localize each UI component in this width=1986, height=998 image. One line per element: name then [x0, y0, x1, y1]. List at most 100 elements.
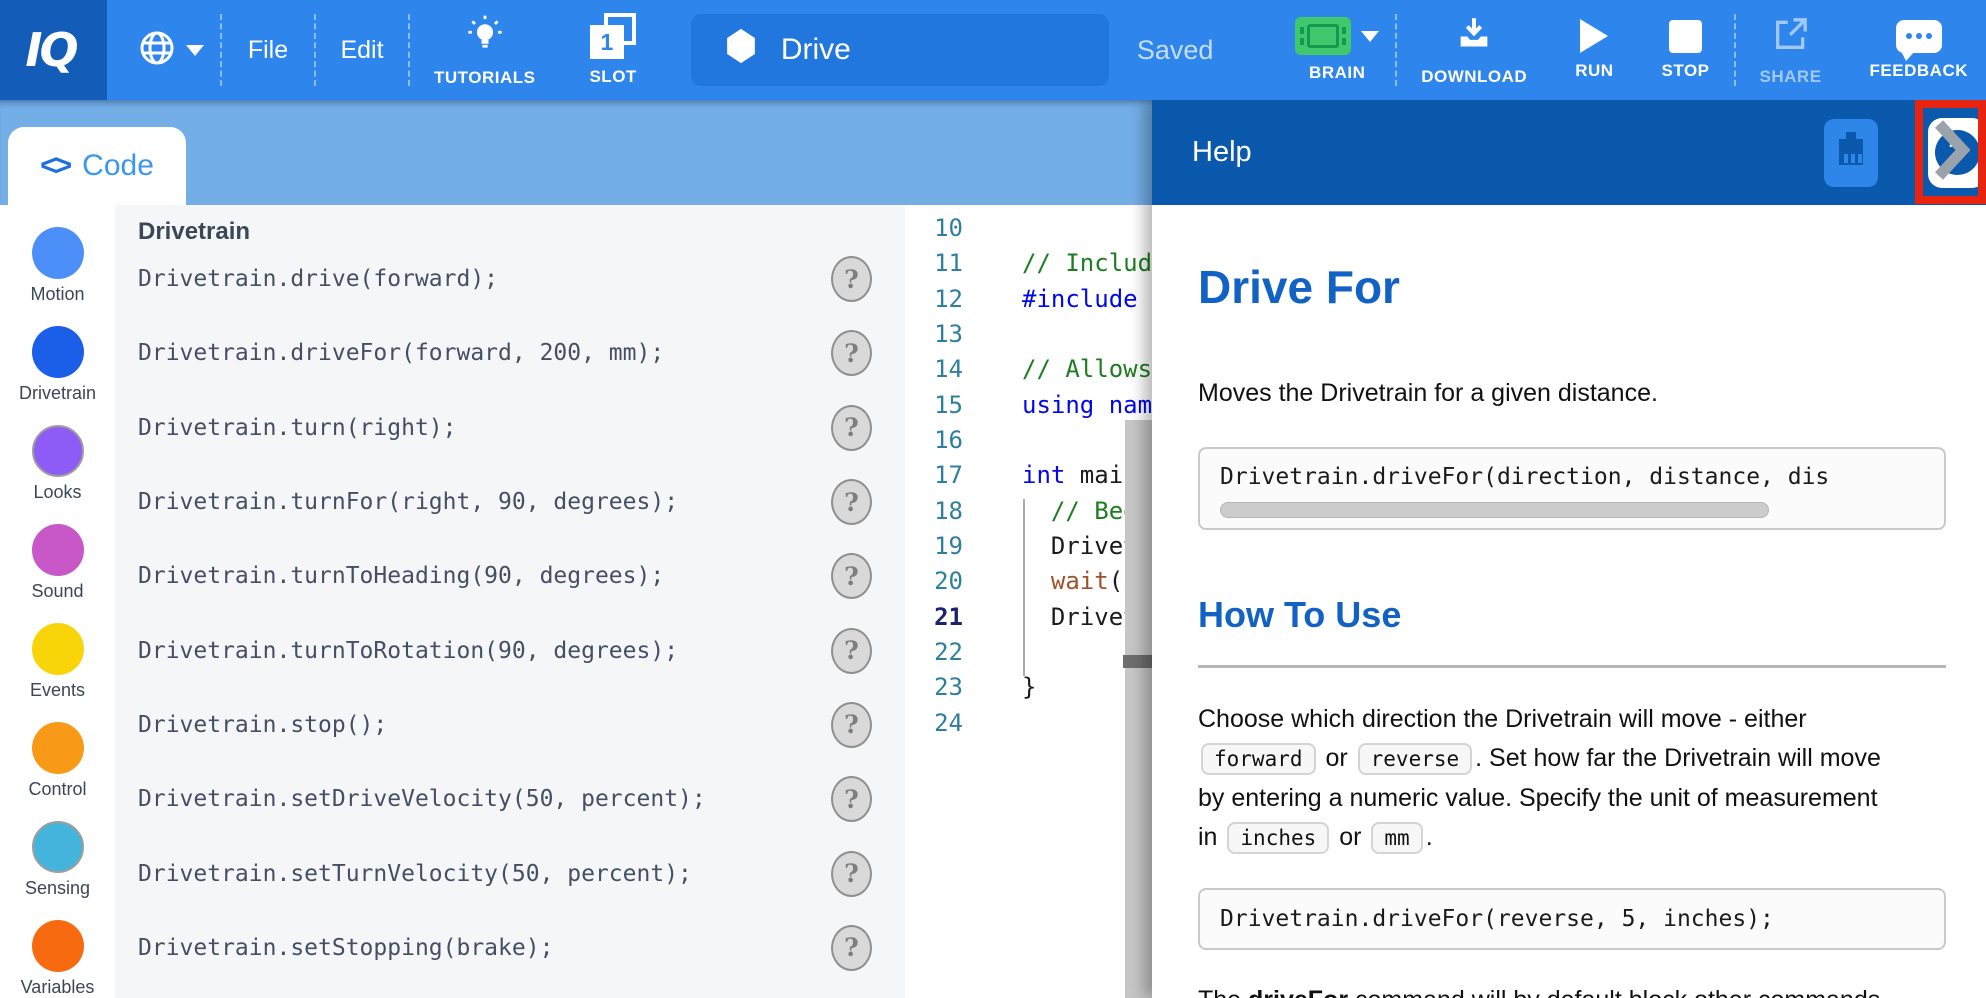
menu-file[interactable]: File [222, 0, 314, 100]
share-button[interactable]: SHARE [1736, 0, 1846, 100]
inline-code-chip: inches [1227, 822, 1329, 854]
editor-scrollbar[interactable] [1125, 420, 1152, 998]
category-label: Motion [30, 284, 84, 305]
help-content: Drive For Moves the Drivetrain for a giv… [1152, 205, 1986, 998]
download-label: DOWNLOAD [1421, 67, 1527, 87]
command-help-button[interactable]: ? [831, 405, 872, 451]
code-editor[interactable]: 1011// Include12#include "1314// Allows1… [905, 205, 1152, 998]
feedback-button[interactable]: FEEDBACK [1846, 0, 1986, 100]
command-text: Drivetrain.stop(); [138, 712, 387, 738]
sidebar-item-motion[interactable]: Motion [0, 227, 115, 305]
command-help-button[interactable]: ? [831, 925, 872, 971]
sidebar-item-looks[interactable]: Looks [0, 425, 115, 503]
sidebar-item-variables[interactable]: Variables [0, 920, 115, 998]
command-row[interactable]: Drivetrain.turnToRotation(90, degrees);? [115, 613, 905, 687]
editor-line: 20 wait(2,s [905, 564, 1152, 599]
collapse-panel-button[interactable] [1930, 112, 1972, 193]
globe-icon [137, 28, 177, 73]
line-code: using name [963, 388, 1152, 423]
code-token: int [1022, 461, 1065, 489]
command-row[interactable]: Drivetrain.driveFor(forward, 200, mm);? [115, 316, 905, 390]
brain-label: BRAIN [1309, 63, 1365, 83]
line-number: 10 [905, 211, 963, 246]
text-run: The [1198, 986, 1248, 998]
slot-label: SLOT [589, 67, 636, 87]
tab-code[interactable]: <> Code [8, 127, 186, 205]
command-row[interactable]: Drivetrain.turn(right);? [115, 391, 905, 465]
category-label: Sound [31, 581, 83, 602]
project-name-button[interactable]: Drive [691, 14, 1109, 86]
category-color-dot [32, 524, 84, 576]
editor-line: 23} [905, 670, 1152, 705]
editor-lines: 1011// Include12#include "1314// Allows1… [905, 205, 1152, 741]
sidebar-item-sensing[interactable]: Sensing [0, 821, 115, 899]
editor-line: 15using name [905, 388, 1152, 423]
line-code: // Begi [963, 494, 1152, 529]
sidebar-item-drivetrain[interactable]: Drivetrain [0, 326, 115, 404]
line-code: #include " [963, 282, 1152, 317]
editor-line: 21 Drivetra [905, 600, 1152, 635]
inline-code-chip: forward [1201, 743, 1316, 775]
category-color-dot [32, 326, 84, 378]
command-help-button[interactable]: ? [831, 479, 872, 525]
line-number: 18 [905, 494, 963, 529]
line-code: // Include [963, 246, 1152, 281]
toolbar: IQ File Edit [0, 0, 1986, 100]
lightbulb-icon [464, 13, 506, 60]
command-row[interactable]: Drivetrain.drive(forward);? [115, 242, 905, 316]
category-label: Control [28, 779, 86, 800]
command-row[interactable]: Drivetrain.setDriveVelocity(50, percent)… [115, 762, 905, 836]
category-label: Looks [33, 482, 81, 503]
sidebar-item-sound[interactable]: Sound [0, 524, 115, 602]
command-group-header: Drivetrain [115, 205, 905, 242]
code-box-hscrollbar[interactable] [1220, 502, 1769, 518]
command-row[interactable]: Drivetrain.setTurnVelocity(50, percent);… [115, 836, 905, 910]
brain-button[interactable]: BRAIN [1279, 0, 1395, 100]
command-help-button[interactable]: ? [831, 702, 872, 748]
command-list-pane: Drivetrain Drivetrain.drive(forward);?Dr… [115, 205, 905, 998]
editor-line: 18 // Begi [905, 494, 1152, 529]
category-color-dot [32, 227, 84, 279]
line-number: 16 [905, 423, 963, 458]
command-text: Drivetrain.turnToHeading(90, degrees); [138, 563, 664, 589]
command-help-button[interactable]: ? [831, 628, 872, 674]
download-button[interactable]: DOWNLOAD [1397, 0, 1551, 100]
inline-code-chip: reverse [1358, 743, 1473, 775]
command-help-button[interactable]: ? [831, 851, 872, 897]
command-row[interactable]: Drivetrain.setStopping(brake);? [115, 911, 905, 985]
editor-line: 22 [905, 635, 1152, 670]
menu-edit[interactable]: Edit [316, 0, 408, 100]
editor-line: 13 [905, 317, 1152, 352]
command-help-button[interactable]: ? [831, 776, 872, 822]
command-help-button[interactable]: ? [831, 256, 872, 302]
command-row[interactable]: Drivetrain.stop();? [115, 688, 905, 762]
command-row[interactable]: Drivetrain.turnFor(right, 90, degrees);? [115, 465, 905, 539]
slot-button[interactable]: 1 SLOT [559, 0, 666, 100]
command-help-button[interactable]: ? [831, 553, 872, 599]
slot-number: 1 [590, 25, 624, 59]
line-number: 21 [905, 600, 963, 635]
stop-button[interactable]: STOP [1638, 0, 1734, 100]
editor-scrollbar-thumb[interactable] [1123, 655, 1152, 668]
code-token: #include [1022, 285, 1152, 313]
stop-label: STOP [1662, 61, 1710, 81]
language-menu-button[interactable] [121, 0, 220, 100]
help-brain-button[interactable] [1824, 119, 1878, 187]
stop-icon [1669, 20, 1702, 53]
run-button[interactable]: RUN [1551, 0, 1637, 100]
example-code-text: Drivetrain.driveFor(reverse, 5, inches); [1220, 906, 1774, 932]
sidebar-item-events[interactable]: Events [0, 623, 115, 701]
code-token [1022, 567, 1051, 595]
hexagon-icon [725, 27, 757, 73]
line-code [963, 706, 1022, 741]
tutorials-button[interactable]: TUTORIALS [410, 0, 559, 100]
download-icon [1453, 14, 1495, 59]
line-code: int main( [963, 458, 1152, 493]
sidebar-item-control[interactable]: Control [0, 722, 115, 800]
command-text: Drivetrain.setTurnVelocity(50, percent); [138, 861, 692, 887]
code-token: ( [1109, 567, 1123, 595]
category-color-dot [32, 425, 84, 477]
text-run: or [1332, 823, 1368, 851]
command-help-button[interactable]: ? [831, 330, 872, 376]
command-row[interactable]: Drivetrain.turnToHeading(90, degrees);? [115, 539, 905, 613]
